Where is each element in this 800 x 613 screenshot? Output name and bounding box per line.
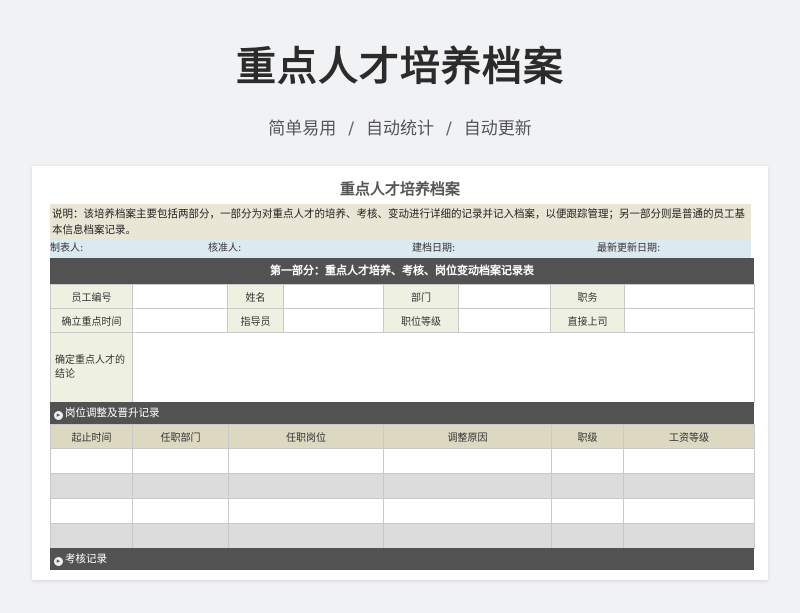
info-label: 确立重点时间	[50, 308, 133, 333]
info-value-cell[interactable]	[458, 308, 551, 333]
column-header: 任职岗位	[228, 424, 384, 449]
meta-row: 制表人: 核准人: 建档日期: 最新更新日期:	[50, 240, 751, 258]
table-cell[interactable]	[623, 448, 755, 474]
promotion-table: 起止时间 任职部门 任职岗位 调整原因 职级 工资等级	[50, 424, 755, 549]
table-row	[50, 523, 755, 549]
table-cell[interactable]	[50, 498, 133, 524]
info-table: 员工编号 姓名 部门 职务确立重点时间 指导员 职位等级 直接上司确定重点人才的结论	[50, 284, 755, 403]
part1-title-bar: 第一部分：重点人才培养、考核、岗位变动档案记录表	[50, 258, 754, 284]
table-cell[interactable]	[383, 523, 552, 549]
hero-title: 重点人才培养档案	[236, 44, 564, 90]
info-row: 员工编号 姓名 部门 职务	[50, 284, 755, 309]
subtitle-separator: /	[446, 119, 452, 139]
table-cell[interactable]	[383, 498, 552, 524]
info-value-cell[interactable]	[458, 284, 551, 309]
table-cell[interactable]	[551, 498, 624, 524]
info-label: 直接上司	[550, 308, 625, 333]
document-title: 重点人才培养档案	[339, 180, 460, 198]
table-cell[interactable]	[50, 523, 133, 549]
info-label: 指导员	[227, 308, 284, 333]
info-value-cell[interactable]	[624, 284, 755, 309]
info-value-cell[interactable]	[132, 284, 228, 309]
subtitle-item-easy: 简单易用	[268, 119, 337, 139]
info-value-cell[interactable]	[132, 308, 228, 333]
table-cell[interactable]	[228, 498, 384, 524]
table-cell[interactable]	[50, 448, 133, 474]
table-cell[interactable]	[551, 448, 624, 474]
document-sheet: 重点人才培养档案 说明：该培养档案主要包括两部分，一部分为对重点人才的培养、考核…	[32, 166, 768, 580]
column-header: 工资等级	[623, 424, 755, 449]
table-row	[50, 473, 755, 499]
info-label: 职务	[550, 284, 625, 309]
info-row: 确立重点时间 指导员 职位等级 直接上司	[50, 308, 755, 333]
meta-preparer: 制表人:	[50, 243, 84, 254]
table-cell[interactable]	[50, 473, 133, 499]
assessment-section-bar[interactable]: ▸ 考核记录	[50, 548, 754, 570]
subtitle-item-auto-update: 自动更新	[463, 119, 532, 139]
subtitle-separator: /	[348, 119, 354, 139]
column-header: 职级	[551, 424, 624, 449]
table-cell[interactable]	[623, 498, 755, 524]
table-cell[interactable]	[383, 448, 552, 474]
info-label: 员工编号	[50, 284, 133, 309]
meta-approver: 核准人:	[208, 243, 242, 254]
meta-updated-date: 最新更新日期:	[597, 243, 661, 254]
promotion-section-bar[interactable]: ▸ 岗位调整及晋升记录	[50, 402, 754, 424]
table-row	[50, 448, 755, 474]
assessment-section-label: 考核记录	[65, 553, 107, 565]
column-header: 任职部门	[132, 424, 229, 449]
conclusion-row: 确定重点人才的结论	[50, 332, 755, 403]
info-label: 职位等级	[383, 308, 459, 333]
circle-arrow-icon: ▸	[54, 411, 63, 420]
column-header: 调整原因	[383, 424, 552, 449]
table-cell[interactable]	[551, 473, 624, 499]
info-value-cell[interactable]	[283, 308, 384, 333]
table-cell[interactable]	[551, 523, 624, 549]
subtitle-item-auto-stats: 自动统计	[366, 119, 434, 139]
description-note: 说明：该培养档案主要包括两部分，一部分为对重点人才的培养、考核、变动进行详细的记…	[50, 204, 751, 240]
table-cell[interactable]	[228, 473, 384, 499]
table-cell[interactable]	[228, 523, 384, 549]
table-cell[interactable]	[623, 473, 755, 499]
meta-created-date: 建档日期:	[412, 243, 456, 254]
info-label: 部门	[383, 284, 459, 309]
table-cell[interactable]	[228, 448, 384, 474]
conclusion-label: 确定重点人才的结论	[50, 332, 133, 403]
info-value-cell[interactable]	[283, 284, 384, 309]
circle-arrow-icon: ▸	[54, 557, 63, 566]
table-row	[50, 498, 755, 524]
info-value-cell[interactable]	[624, 308, 755, 333]
table-cell[interactable]	[132, 498, 229, 524]
table-cell[interactable]	[132, 473, 229, 499]
promotion-section-label: 岗位调整及晋升记录	[65, 407, 160, 419]
table-cell[interactable]	[623, 523, 755, 549]
info-label: 姓名	[227, 284, 284, 309]
table-cell[interactable]	[383, 473, 552, 499]
promotion-header-row: 起止时间 任职部门 任职岗位 调整原因 职级 工资等级	[50, 424, 755, 449]
conclusion-value-cell[interactable]	[132, 332, 755, 403]
table-cell[interactable]	[132, 448, 229, 474]
hero-subtitle: 简单易用 / 自动统计 / 自动更新	[0, 114, 800, 139]
table-cell[interactable]	[132, 523, 229, 549]
column-header: 起止时间	[50, 424, 133, 449]
